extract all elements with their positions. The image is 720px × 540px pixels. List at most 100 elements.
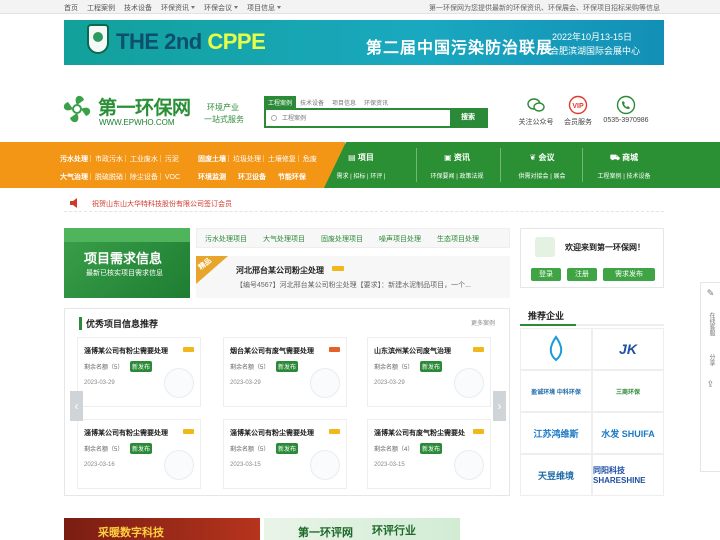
nav-item[interactable]: 工业废水: [130, 156, 158, 163]
carousel-prev-button[interactable]: ‹: [70, 391, 83, 421]
droplet-logo-icon: [549, 335, 563, 362]
project-card[interactable]: 烟台某公司有废气需要处理 剩余名额（5） 新发布 2023-03-29: [223, 337, 347, 407]
search-input[interactable]: [282, 113, 442, 125]
nav-col-news[interactable]: ▣ 资讯 环保要闻 | 政策法规: [418, 142, 496, 188]
tagline-2: 一站式服务: [204, 115, 244, 124]
stamp-icon: [310, 368, 340, 398]
tab-solid-projects[interactable]: 固废处理项目: [313, 229, 371, 247]
new-badge: 新发布: [276, 443, 299, 454]
project-card[interactable]: 淄博某公司有粉尘需要处理 剩余名额（5） 新发布 2023-03-15: [223, 419, 347, 489]
nav-item[interactable]: 土壤修复: [268, 156, 296, 163]
online-service-button[interactable]: 在线客服: [706, 312, 715, 336]
more-cases-link[interactable]: 更多案例: [471, 318, 495, 327]
nav-col-projects[interactable]: ▤ 项目 需求 | 招标 | 环评 |: [332, 142, 390, 188]
project-count: 剩余名额（5）: [374, 365, 414, 371]
nav-item[interactable]: 垃圾处理: [233, 156, 261, 163]
site-name[interactable]: 第一环保网: [98, 93, 191, 120]
doc-icon: ▤: [348, 153, 358, 162]
vip-label: 会员服务: [564, 119, 592, 126]
company-logo[interactable]: JK: [592, 328, 664, 370]
new-badge: 新发布: [130, 361, 153, 372]
company-logo[interactable]: 水发 SHUIFA: [592, 412, 664, 454]
top-nav-meetings[interactable]: 环保会议: [204, 3, 238, 13]
top-nav-news[interactable]: 环保资讯: [161, 3, 195, 13]
new-badge: 新发布: [420, 361, 443, 372]
project-demand-promo[interactable]: 项目需求信息 最新已核实项目需求信息: [64, 228, 190, 298]
expo-banner[interactable]: THE 2nd CPPE 第二届中国污染防治联展 2022年10月13-15日 …: [64, 20, 664, 65]
project-count: 剩余名额（5）: [84, 365, 124, 371]
stamp-icon: [454, 368, 484, 398]
ad-banner-right[interactable]: 第一环评网 环评行业: [264, 518, 460, 540]
project-card[interactable]: 淄博某公司有粉尘需要处理 剩余名额（5） 新发布 2023-03-16: [77, 419, 201, 489]
nav-item[interactable]: 环境监测: [198, 174, 226, 181]
nav-label-solid[interactable]: 固废土壤: [198, 156, 226, 163]
company-logo[interactable]: [520, 328, 592, 370]
featured-project[interactable]: 精品 河北邢台某公司粉尘处理 【编号4567】河北邢台某公司粉尘处理【要求】：新…: [196, 256, 510, 298]
register-button[interactable]: 注册: [567, 268, 597, 281]
tab-air-projects[interactable]: 大气处理项目: [255, 229, 313, 247]
top-nav-equipment[interactable]: 技术设备: [124, 3, 152, 13]
company-logo[interactable]: 天昱维境: [520, 454, 592, 496]
project-title: 淄博某公司有粉尘需要处理: [84, 348, 168, 355]
ad-banner-left[interactable]: 采暖数字科技: [64, 518, 260, 540]
banner-title-en: THE 2nd CPPE: [116, 29, 266, 54]
login-button[interactable]: 登录: [531, 268, 561, 281]
new-badge: 新发布: [276, 361, 299, 372]
hot-badge-icon: [329, 347, 340, 352]
ad-text: 第一环评网: [298, 527, 353, 539]
tab-water-projects[interactable]: 污水处理项目: [197, 229, 255, 247]
nav-item[interactable]: VOC: [165, 174, 180, 181]
pinwheel-logo-icon[interactable]: [60, 92, 94, 126]
project-date: 2023-03-29: [230, 380, 261, 386]
phone-contact[interactable]: 0535-3970986: [600, 95, 652, 124]
project-count: 剩余名额（4）: [374, 447, 414, 453]
featured-title[interactable]: 河北邢台某公司粉尘处理: [236, 265, 324, 276]
nav-item[interactable]: 除尘设备: [130, 174, 158, 181]
nav-label-water[interactable]: 污水处理: [60, 156, 88, 163]
share-icon[interactable]: ⇪: [701, 380, 720, 389]
project-count: 剩余名额（5）: [230, 365, 270, 371]
edit-icon[interactable]: ✎: [701, 289, 720, 298]
company-logo[interactable]: 三商环保: [592, 370, 664, 412]
nav-item[interactable]: 节能环保: [278, 174, 306, 181]
nav-item[interactable]: 环卫设备: [238, 174, 266, 181]
search-icon: [271, 115, 277, 121]
welcome-panel: 欢迎来到第一环保网！ 登录 注册 需求发布: [520, 228, 664, 288]
nav-col-meetings[interactable]: ❦ 会议 供需对接会 | 展会: [502, 142, 582, 188]
wechat-follow[interactable]: 关注公众号: [516, 95, 556, 127]
top-nav-cases[interactable]: 工程案例: [87, 3, 115, 13]
top-nav-home[interactable]: 首页: [64, 3, 78, 13]
company-logo[interactable]: 江苏鸿维斯: [520, 412, 592, 454]
nav-item[interactable]: 污泥: [165, 156, 179, 163]
publish-demand-button[interactable]: 需求发布: [603, 268, 655, 281]
project-card[interactable]: 淄博某公司有废气粉尘需要处 剩余名额（4） 新发布 2023-03-15: [367, 419, 491, 489]
carousel-next-button[interactable]: ›: [493, 391, 506, 421]
project-date: 2023-03-15: [230, 462, 261, 468]
promo-title: 项目需求信息: [84, 251, 163, 266]
nav-col-sub: 环保要闻 | 政策法规: [430, 174, 484, 180]
nav-item[interactable]: 市政污水: [95, 156, 123, 163]
vip-icon: VIP: [568, 95, 588, 115]
search-button[interactable]: 搜索: [450, 110, 486, 126]
project-title: 淄博某公司有粉尘需要处理: [84, 430, 168, 437]
nav-divider: [500, 148, 501, 182]
svg-text:VIP: VIP: [572, 103, 584, 110]
nav-item[interactable]: 危废: [303, 156, 317, 163]
nav-divider: [416, 148, 417, 182]
tagline-1: 环境产业: [207, 103, 239, 112]
promo-subtitle: 最新已核实项目需求信息: [86, 270, 163, 277]
share-button[interactable]: 分享: [706, 354, 715, 366]
project-card[interactable]: 淄博某公司有粉尘需要处理 剩余名额（5） 新发布 2023-03-29: [77, 337, 201, 407]
top-nav-projects[interactable]: 项目信息: [247, 3, 281, 13]
tab-eco-projects[interactable]: 生态项目处理: [429, 229, 487, 247]
nav-label-air[interactable]: 大气治理: [60, 174, 88, 181]
tab-noise-projects[interactable]: 噪声项目处理: [371, 229, 429, 247]
project-card[interactable]: 山东滨州某公司废气治理 剩余名额（5） 新发布 2023-03-29: [367, 337, 491, 407]
nav-col-mall[interactable]: ⛟ 商城 工程案例 | 技术设备: [584, 142, 664, 188]
company-logo[interactable]: 盈诚环境 中科环保: [520, 370, 592, 412]
notice-text[interactable]: 祝贺山东山大华特科技股份有限公司签订会员: [92, 199, 232, 209]
vip-service[interactable]: VIP 会员服务: [560, 95, 596, 127]
banner-date: 2022年10月13-15日: [552, 32, 633, 42]
company-logo[interactable]: 同阳科技 SHARESHINE: [592, 454, 664, 496]
nav-item[interactable]: 脱硫脱硝: [95, 174, 123, 181]
